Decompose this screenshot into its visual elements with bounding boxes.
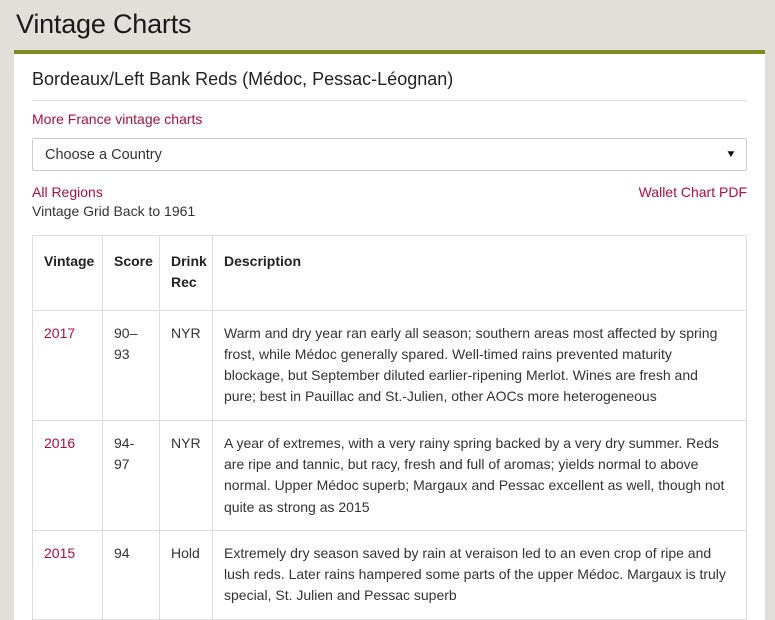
column-header-drink-rec: Drink Rec [159, 235, 213, 311]
column-header-description: Description [212, 235, 747, 311]
subtitle-section: Bordeaux/Left Bank Reds (Médoc, Pessac-L… [32, 54, 747, 102]
vintage-year-link[interactable]: 2017 [44, 325, 75, 341]
more-france-vintage-charts-link[interactable]: More France vintage charts [32, 111, 202, 127]
country-select[interactable]: Choose a Country ▼ [32, 138, 747, 172]
vintage-year-link[interactable]: 2015 [44, 545, 75, 561]
region-subtitle: Bordeaux/Left Bank Reds (Médoc, Pessac-L… [32, 68, 747, 102]
all-regions-link[interactable]: All Regions [32, 184, 195, 200]
country-select-value: Choose a Country [45, 146, 162, 163]
cell-score: 94 [102, 529, 160, 620]
cell-description: A year of extremes, with a very rainy sp… [212, 419, 747, 531]
links-left-group: All Regions Vintage Grid Back to 1961 [32, 184, 195, 219]
content-panel: Bordeaux/Left Bank Reds (Médoc, Pessac-L… [14, 49, 765, 620]
links-row: All Regions Vintage Grid Back to 1961 Wa… [32, 171, 747, 219]
table-row: 2017 90–93 NYR Warm and dry year ran ear… [32, 309, 747, 421]
vintage-year-link[interactable]: 2016 [44, 435, 75, 451]
cell-drink-rec: NYR [159, 309, 213, 421]
more-charts-row: More France vintage charts [32, 101, 747, 138]
cell-vintage: 2017 [32, 309, 103, 421]
table-body: 2017 90–93 NYR Warm and dry year ran ear… [32, 309, 747, 620]
cell-description: Warm and dry year ran early all season; … [212, 309, 747, 421]
table-header-row: Vintage Score Drink Rec Description [32, 235, 747, 311]
column-header-score: Score [102, 235, 160, 311]
cell-description: Extremely dry season saved by rain at ve… [212, 529, 747, 620]
vintage-table: Vintage Score Drink Rec Description 2017… [32, 235, 747, 620]
table-row: 2016 94-97 NYR A year of extremes, with … [32, 419, 747, 531]
cell-vintage: 2016 [32, 419, 103, 531]
chevron-down-icon: ▼ [725, 148, 737, 160]
cell-drink-rec: Hold [159, 529, 213, 620]
cell-score: 90–93 [102, 309, 160, 421]
cell-drink-rec: NYR [159, 419, 213, 531]
cell-vintage: 2015 [32, 529, 103, 620]
cell-score: 94-97 [102, 419, 160, 531]
page-title: Vintage Charts [16, 9, 192, 39]
vintage-grid-note: Vintage Grid Back to 1961 [32, 203, 196, 220]
table-row: 2015 94 Hold Extremely dry season saved … [32, 529, 747, 620]
table-head: Vintage Score Drink Rec Description [32, 235, 747, 311]
wallet-chart-pdf-link[interactable]: Wallet Chart PDF [639, 184, 747, 200]
column-header-vintage: Vintage [32, 235, 103, 311]
